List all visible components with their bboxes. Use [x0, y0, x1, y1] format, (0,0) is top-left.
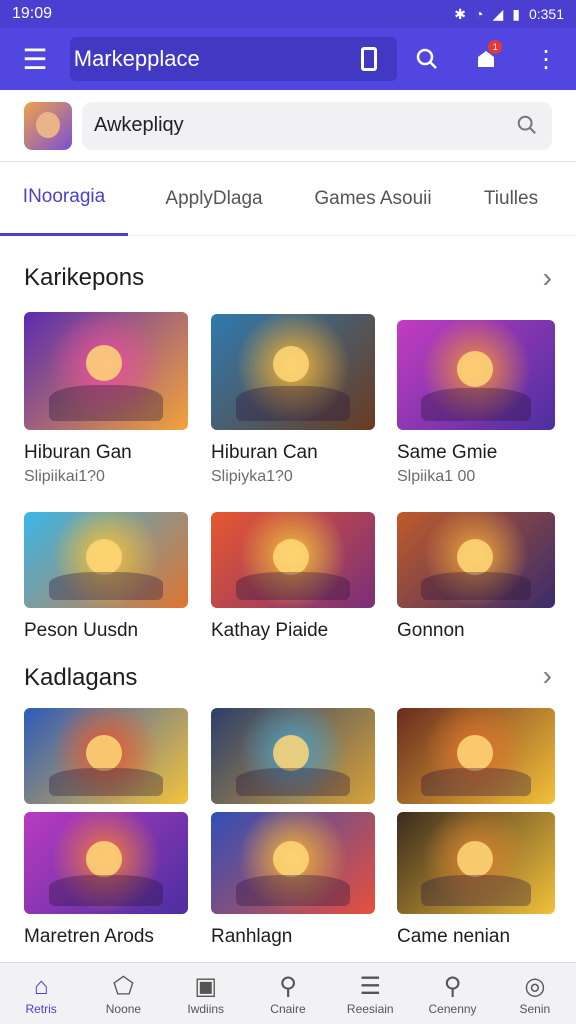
gamepad-icon: ▣: [194, 972, 218, 1000]
menu-icon[interactable]: ☰: [0, 28, 70, 90]
game-card[interactable]: Maretren Arods: [24, 812, 188, 948]
status-right-time: 0:351: [528, 6, 564, 22]
wifi-icon: ◔: [474, 6, 484, 22]
game-card[interactable]: Hiburan Can Slipiyka1?0: [211, 314, 375, 486]
app-bar: ☰ Markepplace 1 ⋮: [0, 28, 576, 90]
battery-icon: ▮: [512, 5, 520, 22]
status-time: 19:09: [12, 5, 53, 22]
game-card[interactable]: Kathay Piaide: [211, 512, 375, 642]
game-thumbnail[interactable]: [24, 512, 188, 608]
tab-nooragia[interactable]: INooragia: [0, 162, 128, 236]
app-title-box[interactable]: Markepplace: [69, 37, 397, 81]
home-icon: ⌂: [33, 972, 49, 1000]
notifications-icon[interactable]: 1: [456, 28, 516, 90]
game-title: Peson Uusdn: [24, 620, 139, 641]
search-icon: ⚲: [443, 972, 462, 1000]
game-card[interactable]: Came nenian: [397, 812, 561, 948]
game-thumbnail[interactable]: [397, 708, 555, 804]
game-subtitle: Slipiikai1?0: [24, 468, 105, 485]
search-icon[interactable]: [516, 114, 538, 136]
chevron-right-icon[interactable]: ›: [543, 660, 552, 692]
phone-icon[interactable]: [360, 47, 377, 71]
status-icons: ✱ ◔ ◢ ▮ 0:351: [454, 6, 564, 23]
nav-item-senin[interactable]: ◎ Senin: [494, 963, 576, 1024]
game-title: Hiburan Gan: [24, 442, 132, 463]
notification-badge: 1: [488, 40, 503, 54]
game-card[interactable]: Gonnon: [397, 512, 561, 642]
nav-item-cnaire[interactable]: ⚲ Cnaire: [247, 963, 329, 1024]
search-row: Awkepliqy: [0, 90, 576, 162]
game-card[interactable]: Same Gmie Slpiika1 00: [397, 320, 561, 486]
tab-bar: INooragia ApplyDlaga Games Asouii Tiulle…: [0, 162, 576, 236]
game-card[interactable]: [397, 708, 561, 804]
game-title: Gonnon: [397, 620, 465, 641]
search-input-value: Awkepliqy: [94, 114, 184, 136]
app-title: Markepplace: [73, 46, 200, 71]
game-card[interactable]: Ranhlagn: [211, 812, 375, 948]
nav-label: Iwdiins: [187, 1001, 225, 1016]
nav-item-noone[interactable]: ⬠ Noone: [82, 963, 164, 1024]
store-icon: ⬠: [112, 972, 134, 1000]
game-card[interactable]: [211, 708, 375, 804]
nav-label: Senin: [519, 1001, 551, 1016]
game-title: Ranhlagn: [211, 926, 293, 947]
game-thumbnail[interactable]: [211, 512, 375, 608]
game-thumbnail[interactable]: [397, 320, 555, 430]
nav-item-cenenny[interactable]: ⚲ Cenenny: [411, 963, 493, 1024]
search-icon[interactable]: [397, 28, 457, 90]
bluetooth-icon: ✱: [454, 5, 466, 22]
tab-applydlaga[interactable]: ApplyDlaga: [128, 162, 300, 236]
chevron-right-icon[interactable]: ›: [543, 262, 552, 294]
game-thumbnail[interactable]: [24, 708, 188, 804]
nav-item-retris[interactable]: ⌂ Retris: [0, 963, 82, 1024]
game-title: Came nenian: [397, 926, 511, 947]
game-thumbnail[interactable]: [397, 512, 555, 608]
game-card[interactable]: [24, 708, 188, 804]
nav-label: Cnaire: [270, 1001, 306, 1016]
avatar[interactable]: [24, 101, 72, 150]
status-bar: 19:09 ✱ ◔ ◢ ▮ 0:351: [0, 0, 576, 28]
game-title: Maretren Arods: [24, 926, 154, 947]
game-thumbnail[interactable]: [24, 312, 188, 430]
more-options-icon[interactable]: ⋮: [516, 28, 576, 90]
game-card[interactable]: Peson Uusdn: [24, 512, 188, 642]
game-card[interactable]: Hiburan Gan Slipiikai1?0: [24, 312, 188, 486]
section-title: Kadlagans: [24, 664, 138, 691]
nav-item-reesiain[interactable]: ☰ Reesiain: [329, 963, 411, 1024]
nav-label: Noone: [105, 1001, 142, 1016]
game-title: Hiburan Can: [211, 442, 318, 463]
search-input[interactable]: Awkepliqy: [82, 101, 552, 150]
game-thumbnail[interactable]: [211, 314, 375, 430]
game-subtitle: Slipiyka1?0: [211, 468, 293, 485]
nav-label: Retris: [25, 1001, 57, 1016]
section-title: Karikepons: [24, 264, 145, 291]
signal-icon: ◢: [492, 5, 504, 22]
game-thumbnail[interactable]: [397, 812, 555, 914]
nav-label: Cenenny: [428, 1001, 477, 1016]
game-subtitle: Slpiika1 00: [397, 468, 476, 485]
list-icon: ☰: [359, 972, 382, 1000]
nav-item-iwdiins[interactable]: ▣ Iwdiins: [165, 963, 247, 1024]
game-title: Kathay Piaide: [211, 620, 329, 641]
game-thumbnail[interactable]: [211, 812, 375, 914]
game-thumbnail[interactable]: [211, 708, 375, 804]
bottom-navigation: ⌂ Retris ⬠ Noone ▣ Iwdiins ⚲ Cnaire ☰ Re…: [0, 962, 576, 1024]
tab-games[interactable]: Games Asouii: [300, 162, 446, 236]
tab-tiulles[interactable]: Tiulles: [446, 162, 576, 236]
game-thumbnail[interactable]: [24, 812, 188, 914]
game-title: Same Gmie: [397, 442, 498, 463]
nav-label: Reesiain: [346, 1001, 394, 1016]
profile-icon: ◎: [524, 972, 546, 1000]
search-icon: ⚲: [279, 972, 297, 1000]
